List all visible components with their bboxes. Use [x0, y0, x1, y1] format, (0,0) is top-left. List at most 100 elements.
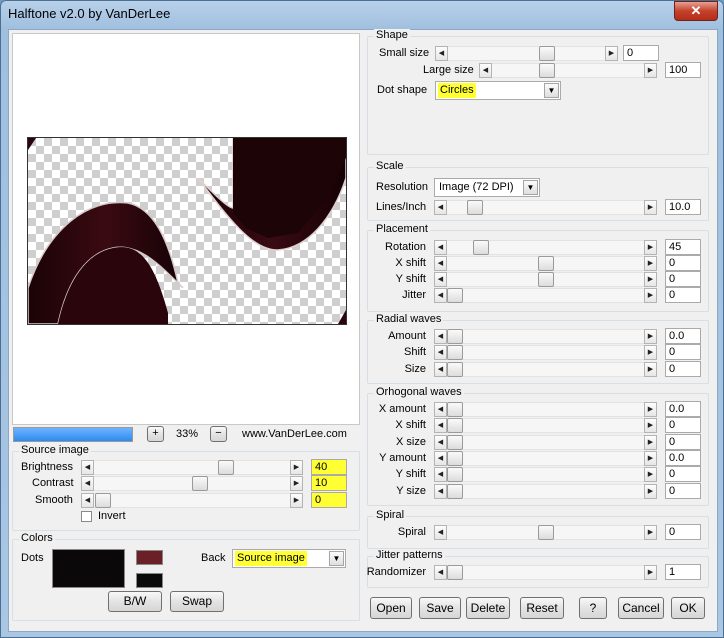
x-size-thumb[interactable] [447, 435, 463, 450]
small-size-value[interactable]: 0 [623, 45, 659, 61]
orho-y-shift-slider[interactable] [434, 467, 657, 482]
swap-button[interactable]: Swap [170, 591, 224, 612]
large-size-slider[interactable] [479, 63, 657, 78]
color-swatch-bottom[interactable] [136, 573, 163, 588]
x-amount-thumb[interactable] [447, 402, 463, 417]
x-amount-slider[interactable] [434, 402, 657, 417]
radial-amount-thumb[interactable] [447, 329, 463, 344]
randomizer-slider[interactable] [434, 565, 657, 580]
bw-button[interactable]: B/W [108, 591, 162, 612]
y-amount-slider[interactable] [434, 451, 657, 466]
spiral-left-arrow[interactable]: ◀ [434, 525, 447, 540]
help-button[interactable]: ? [579, 597, 607, 619]
radial-shift-thumb[interactable] [447, 345, 463, 360]
cancel-button[interactable]: Cancel [618, 597, 664, 619]
open-button[interactable]: Open [370, 597, 412, 619]
y-amount-right-arrow[interactable]: ▶ [644, 451, 657, 466]
smooth-right-arrow[interactable]: ▶ [290, 493, 303, 508]
radial-shift-slider[interactable] [434, 345, 657, 360]
x-amount-right-arrow[interactable]: ▶ [644, 402, 657, 417]
delete-button[interactable]: Delete [466, 597, 510, 619]
jitter-slider[interactable] [434, 288, 657, 303]
contrast-value[interactable]: 10 [311, 475, 347, 491]
large-size-left-arrow[interactable]: ◀ [479, 63, 492, 78]
zoom-in-button[interactable]: + [147, 426, 164, 442]
large-size-right-arrow[interactable]: ▶ [644, 63, 657, 78]
color-swatch-top[interactable] [136, 550, 163, 565]
radial-shift-left-arrow[interactable]: ◀ [434, 345, 447, 360]
website-link[interactable]: www.VanDerLee.com [242, 428, 347, 440]
back-select[interactable]: Source image ▼ [232, 549, 346, 568]
x-shift-value[interactable]: 0 [665, 255, 701, 271]
small-size-thumb[interactable] [539, 46, 555, 61]
spiral-thumb[interactable] [538, 525, 554, 540]
brightness-right-arrow[interactable]: ▶ [290, 460, 303, 475]
x-amount-value[interactable]: 0.0 [665, 401, 701, 417]
randomizer-thumb[interactable] [447, 565, 463, 580]
zoom-out-button[interactable]: − [210, 426, 227, 442]
smooth-thumb[interactable] [95, 493, 111, 508]
orho-x-shift-thumb[interactable] [447, 418, 463, 433]
contrast-right-arrow[interactable]: ▶ [290, 476, 303, 491]
radial-amount-left-arrow[interactable]: ◀ [434, 329, 447, 344]
rotation-left-arrow[interactable]: ◀ [434, 240, 447, 255]
close-button[interactable]: ✕ [674, 1, 718, 21]
radial-size-right-arrow[interactable]: ▶ [644, 362, 657, 377]
orho-x-shift-left-arrow[interactable]: ◀ [434, 418, 447, 433]
contrast-thumb[interactable] [192, 476, 208, 491]
smooth-left-arrow[interactable]: ◀ [81, 493, 94, 508]
y-shift-right-arrow[interactable]: ▶ [644, 272, 657, 287]
y-amount-thumb[interactable] [447, 451, 463, 466]
y-shift-left-arrow[interactable]: ◀ [434, 272, 447, 287]
radial-amount-slider[interactable] [434, 329, 657, 344]
smooth-slider[interactable] [81, 493, 303, 508]
invert-checkbox[interactable] [81, 511, 92, 522]
radial-size-value[interactable]: 0 [665, 361, 701, 377]
spiral-value[interactable]: 0 [665, 524, 701, 540]
y-shift-thumb[interactable] [538, 272, 554, 287]
resolution-select[interactable]: Image (72 DPI) ▼ [434, 178, 540, 197]
rotation-thumb[interactable] [473, 240, 489, 255]
y-shift-value[interactable]: 0 [665, 271, 701, 287]
orho-x-shift-right-arrow[interactable]: ▶ [644, 418, 657, 433]
y-size-thumb[interactable] [447, 484, 463, 499]
radial-size-slider[interactable] [434, 362, 657, 377]
y-size-left-arrow[interactable]: ◀ [434, 484, 447, 499]
orho-y-shift-thumb[interactable] [447, 467, 463, 482]
lines-inch-left-arrow[interactable]: ◀ [434, 200, 447, 215]
y-amount-left-arrow[interactable]: ◀ [434, 451, 447, 466]
radial-shift-value[interactable]: 0 [665, 344, 701, 360]
lines-inch-right-arrow[interactable]: ▶ [644, 200, 657, 215]
x-amount-left-arrow[interactable]: ◀ [434, 402, 447, 417]
radial-size-left-arrow[interactable]: ◀ [434, 362, 447, 377]
orho-x-shift-value[interactable]: 0 [665, 417, 701, 433]
y-size-right-arrow[interactable]: ▶ [644, 484, 657, 499]
x-size-value[interactable]: 0 [665, 434, 701, 450]
lines-inch-thumb[interactable] [467, 200, 483, 215]
rotation-slider[interactable] [434, 240, 657, 255]
y-amount-value[interactable]: 0.0 [665, 450, 701, 466]
orho-y-shift-right-arrow[interactable]: ▶ [644, 467, 657, 482]
brightness-value[interactable]: 40 [311, 459, 347, 475]
orho-y-shift-left-arrow[interactable]: ◀ [434, 467, 447, 482]
title-bar[interactable]: Halftone v2.0 by VanDerLee ✕ [0, 0, 724, 28]
rotation-value[interactable]: 45 [665, 239, 701, 255]
jitter-value[interactable]: 0 [665, 287, 701, 303]
x-shift-left-arrow[interactable]: ◀ [434, 256, 447, 271]
smooth-value[interactable]: 0 [311, 492, 347, 508]
x-shift-thumb[interactable] [538, 256, 554, 271]
large-size-value[interactable]: 100 [665, 62, 701, 78]
spiral-right-arrow[interactable]: ▶ [644, 525, 657, 540]
brightness-slider[interactable] [81, 460, 303, 475]
y-size-slider[interactable] [434, 484, 657, 499]
radial-amount-right-arrow[interactable]: ▶ [644, 329, 657, 344]
randomizer-value[interactable]: 1 [665, 564, 701, 580]
jitter-right-arrow[interactable]: ▶ [644, 288, 657, 303]
brightness-thumb[interactable] [218, 460, 234, 475]
randomizer-left-arrow[interactable]: ◀ [434, 565, 447, 580]
orho-x-shift-slider[interactable] [434, 418, 657, 433]
ok-button[interactable]: OK [671, 597, 705, 619]
save-button[interactable]: Save [419, 597, 461, 619]
small-size-right-arrow[interactable]: ▶ [605, 46, 618, 61]
reset-button[interactable]: Reset [520, 597, 564, 619]
